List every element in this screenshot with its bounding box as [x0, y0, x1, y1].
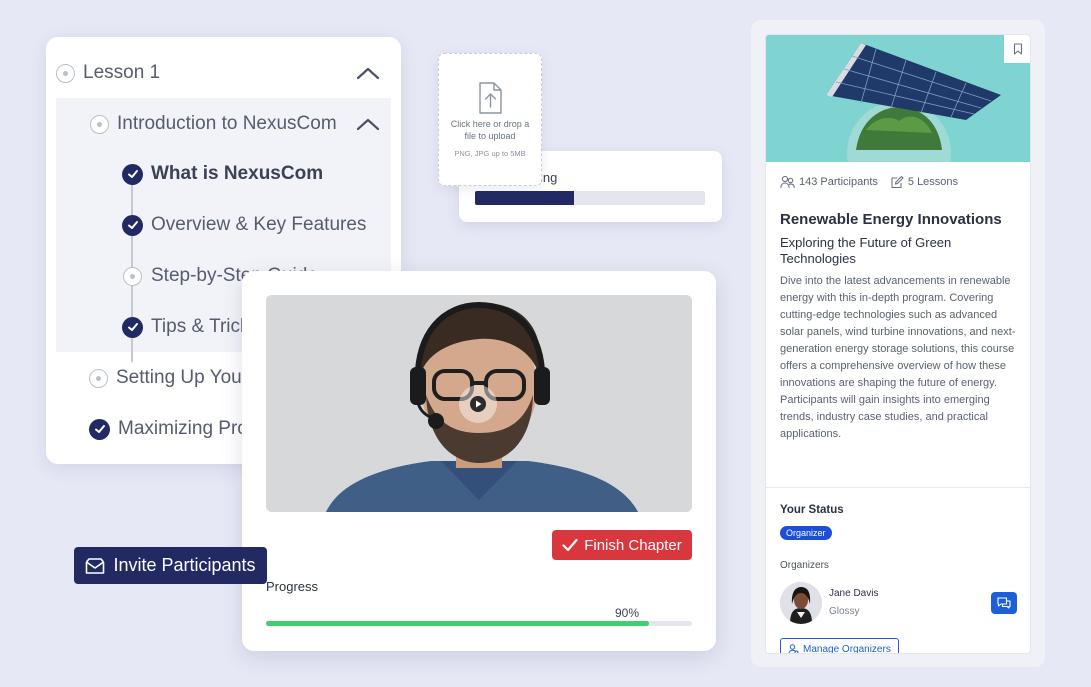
bookmark-icon	[1013, 43, 1023, 55]
participants-count: 143 Participants	[799, 176, 878, 188]
upload-instructions: Click here or drop a file to upload	[450, 119, 530, 141]
lesson-item[interactable]: Overview & Key Features	[122, 214, 366, 236]
play-icon	[470, 396, 486, 412]
section-header[interactable]: Maximizing Pro	[89, 418, 248, 440]
check-icon	[562, 538, 578, 552]
organizers-label: Organizers	[780, 560, 829, 571]
course-panel: 143 Participants 5 Lessons Renewable Ene…	[751, 20, 1045, 667]
invite-participants-button[interactable]: Invite Participants	[74, 547, 267, 584]
manage-user-icon	[788, 643, 799, 653]
course-description: Dive into the latest advancements in ren…	[780, 275, 1016, 440]
avatar	[780, 582, 822, 624]
upload-hint: PNG, JPG up to 5MB	[454, 149, 526, 158]
section-title: Maximizing Pro	[118, 418, 248, 439]
bookmark-button[interactable]	[1004, 35, 1030, 63]
chevron-up-icon[interactable]	[356, 66, 380, 80]
section-header[interactable]: Introduction to NexusCom	[90, 113, 337, 135]
mail-icon	[86, 557, 105, 574]
upload-file-icon	[479, 82, 502, 114]
check-circle-icon	[122, 316, 143, 338]
chapter-progress-bar	[266, 621, 692, 626]
section-header[interactable]: Setting Up Your	[89, 367, 248, 389]
course-hero-image	[766, 35, 1030, 162]
section-status-icon	[90, 114, 109, 134]
lesson-item-label: What is NexusCom	[151, 163, 324, 184]
organizer-name: Jane Davis	[829, 588, 879, 599]
lesson-title: Lesson 1	[83, 62, 161, 83]
invite-participants-label: Invite Participants	[113, 555, 256, 575]
status-badge: Organizer	[780, 526, 832, 540]
section-title: Setting Up Your	[116, 367, 249, 388]
play-button[interactable]	[459, 385, 497, 423]
lessons-icon	[891, 175, 904, 189]
lesson-item-label: Overview & Key Features	[151, 214, 367, 235]
lesson-status-icon	[56, 63, 75, 83]
pending-circle-icon	[123, 266, 142, 286]
section-title: Introduction to NexusCom	[117, 113, 337, 134]
video-lesson-card: Finish Chapter Progress 90%	[242, 271, 716, 651]
divider	[766, 487, 1030, 488]
course-title: Renewable Energy Innovations	[780, 211, 1002, 228]
organizer-role: Glossy	[829, 606, 860, 617]
chevron-up-icon[interactable]	[356, 117, 380, 131]
course-card: 143 Participants 5 Lessons Renewable Ene…	[765, 34, 1031, 654]
video-player[interactable]	[266, 295, 692, 512]
lessons-count: 5 Lessons	[907, 176, 959, 188]
onboarding-progress-bar	[475, 191, 705, 205]
course-subtitle: Exploring the Future of Green Technologi…	[780, 235, 952, 266]
organizer-avatar-image	[780, 582, 822, 624]
participants-icon	[780, 175, 795, 189]
course-meta: 143 Participants 5 Lessons	[780, 175, 958, 189]
section-status-icon	[89, 368, 108, 388]
finish-chapter-button[interactable]: Finish Chapter	[552, 530, 692, 560]
manage-organizers-label: Manage Organizers	[803, 643, 891, 654]
chat-icon	[997, 597, 1011, 609]
check-circle-icon	[122, 163, 143, 185]
progress-label: Progress	[266, 579, 319, 594]
check-circle-icon	[122, 214, 143, 236]
check-circle-icon	[89, 418, 110, 440]
onboarding-progress-fill	[475, 191, 574, 205]
lesson-item[interactable]: Tips & Tricks	[122, 316, 259, 338]
status-label: Your Status	[780, 504, 844, 516]
file-upload-dropzone[interactable]: Click here or drop a file to upload PNG,…	[438, 53, 542, 186]
solar-panel-illustration	[766, 35, 1030, 162]
progress-percent: 90%	[615, 606, 640, 620]
lesson-header[interactable]: Lesson 1	[56, 62, 160, 84]
finish-chapter-label: Finish Chapter	[584, 536, 682, 554]
chapter-progress-fill	[266, 621, 650, 626]
chat-button[interactable]	[991, 592, 1017, 614]
lesson-item[interactable]: What is NexusCom	[122, 163, 323, 185]
manage-organizers-button[interactable]: Manage Organizers	[780, 638, 899, 654]
